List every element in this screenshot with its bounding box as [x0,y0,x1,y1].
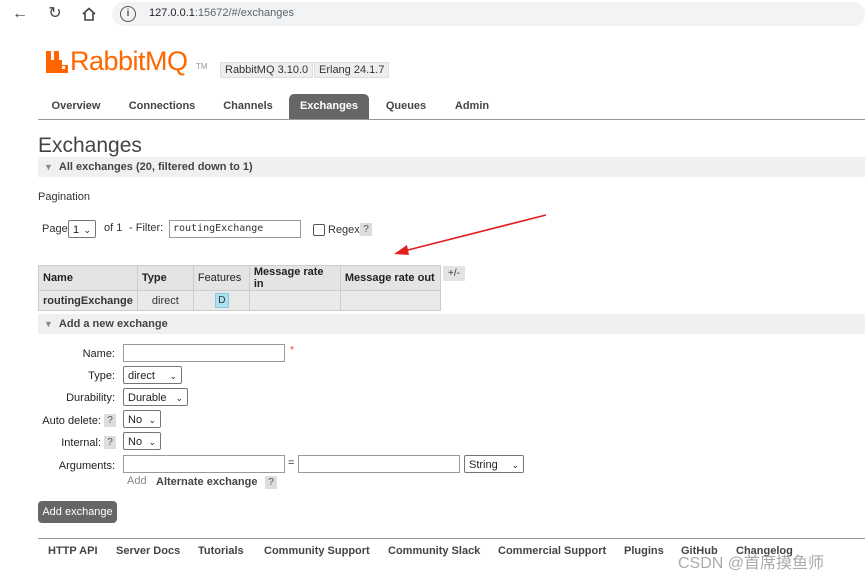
tab-exchanges[interactable]: Exchanges [289,94,369,119]
tab-queues[interactable]: Queues [376,94,436,119]
chevron-down-icon: ⌄ [148,415,156,425]
tab-overview[interactable]: Overview [40,94,112,119]
collapse-triangle-icon: ▼ [44,319,53,329]
page-label: Page [42,223,68,235]
durability-label: Durability: [66,392,115,404]
chevron-down-icon: ⌄ [175,393,183,403]
pagination-label: Pagination [38,191,90,203]
rabbitmq-version: RabbitMQ 3.10.0 [220,62,314,78]
type-label: Type: [88,370,115,382]
chevron-down-icon: ⌄ [83,225,91,235]
argument-key-input[interactable] [123,455,285,473]
auto-delete-select[interactable]: No ⌄ [123,410,161,428]
footer-link-server-docs[interactable]: Server Docs [116,545,180,557]
columns-toggle-button[interactable]: +/- [443,266,465,281]
all-exchanges-heading: All exchanges (20, filtered down to 1) [58,161,253,173]
home-icon[interactable] [79,4,99,24]
page-count: of 1 [104,222,123,234]
required-star: * [290,345,294,356]
internal-label: Internal: [61,437,101,449]
exchange-type: direct [136,290,194,311]
filter-input[interactable]: routingExchange [169,220,301,238]
type-select[interactable]: direct ⌄ [123,366,182,384]
logo-text: RabbitMQ [70,46,188,76]
footer-link-tutorials[interactable]: Tutorials [198,545,244,557]
col-type[interactable]: Type [136,265,194,291]
argument-type-select[interactable]: String ⌄ [464,455,524,473]
exchange-rate-in [248,290,341,311]
name-input[interactable] [123,344,285,362]
internal-select[interactable]: No ⌄ [123,432,161,450]
table-header-row: Name Type Features Message rate in Messa… [38,265,441,291]
chevron-down-icon: ⌄ [148,437,156,447]
all-exchanges-section[interactable]: ▼ All exchanges (20, filtered down to 1) [38,157,865,177]
chevron-down-icon: ⌄ [169,371,177,381]
collapse-triangle-icon: ▼ [44,162,53,172]
page-select[interactable]: 1 ⌄ [68,220,96,238]
url-text: 127.0.0.1:15672/#/exchanges [149,7,294,19]
exchange-features: D [192,290,250,311]
col-features[interactable]: Features [192,265,250,291]
col-rate-out[interactable]: Message rate out [339,265,441,291]
exchange-rate-out [339,290,441,311]
col-name[interactable]: Name [38,265,138,291]
alternate-exchange-help-icon[interactable]: ? [265,476,277,489]
col-rate-in[interactable]: Message rate in [248,265,341,291]
footer-link-http-api[interactable]: HTTP API [48,545,98,557]
argument-value-input[interactable] [298,455,460,473]
regex-checkbox[interactable] [313,224,325,236]
footer-link-community-slack[interactable]: Community Slack [388,545,480,557]
add-exchange-button[interactable]: Add exchange [38,501,117,523]
main-tabs: Overview Connections Channels Exchanges … [38,94,865,120]
arguments-label: Arguments: [58,460,115,472]
logo-trademark: TM [196,62,208,71]
add-exchange-section[interactable]: ▼ Add a new exchange [38,314,865,334]
back-icon[interactable]: ← [10,4,30,24]
regex-label: Regex [328,224,360,236]
exchange-name-link[interactable]: routingExchange [38,290,138,311]
rabbitmq-logo-icon [46,51,68,73]
browser-toolbar: ← ↻ i 127.0.0.1:15672/#/exchanges [0,0,865,28]
exchanges-table: Name Type Features Message rate in Messa… [38,265,441,311]
auto-delete-help-icon[interactable]: ? [104,414,116,427]
address-bar[interactable]: i 127.0.0.1:15672/#/exchanges [112,2,865,26]
tab-channels[interactable]: Channels [213,94,283,119]
auto-delete-label: Auto delete: [42,415,101,427]
tab-connections[interactable]: Connections [122,94,202,119]
footer-link-commercial-support[interactable]: Commercial Support [498,545,606,557]
footer-link-community-support[interactable]: Community Support [264,545,370,557]
csdn-watermark: CSDN @首席摸鱼师 [678,555,825,572]
durable-badge: D [214,293,229,308]
filter-label: - Filter: [129,222,164,234]
erlang-version: Erlang 24.1.7 [314,62,390,78]
name-label: Name: [82,348,115,360]
info-icon[interactable]: i [120,6,136,22]
footer-link-plugins[interactable]: Plugins [624,545,664,557]
alternate-exchange-link[interactable]: Alternate exchange [156,476,257,488]
chevron-down-icon: ⌄ [511,460,519,470]
add-exchange-heading: Add a new exchange [58,318,168,330]
reload-icon[interactable]: ↻ [45,4,65,24]
page-title: Exchanges [38,134,142,157]
tab-admin[interactable]: Admin [444,94,500,119]
regex-help-icon[interactable]: ? [360,223,372,236]
internal-help-icon[interactable]: ? [104,436,116,449]
equals-sign: = [288,457,295,469]
table-row[interactable]: routingExchange direct D [38,290,441,311]
add-argument-link[interactable]: Add [127,475,147,487]
durability-select[interactable]: Durable ⌄ [123,388,188,406]
